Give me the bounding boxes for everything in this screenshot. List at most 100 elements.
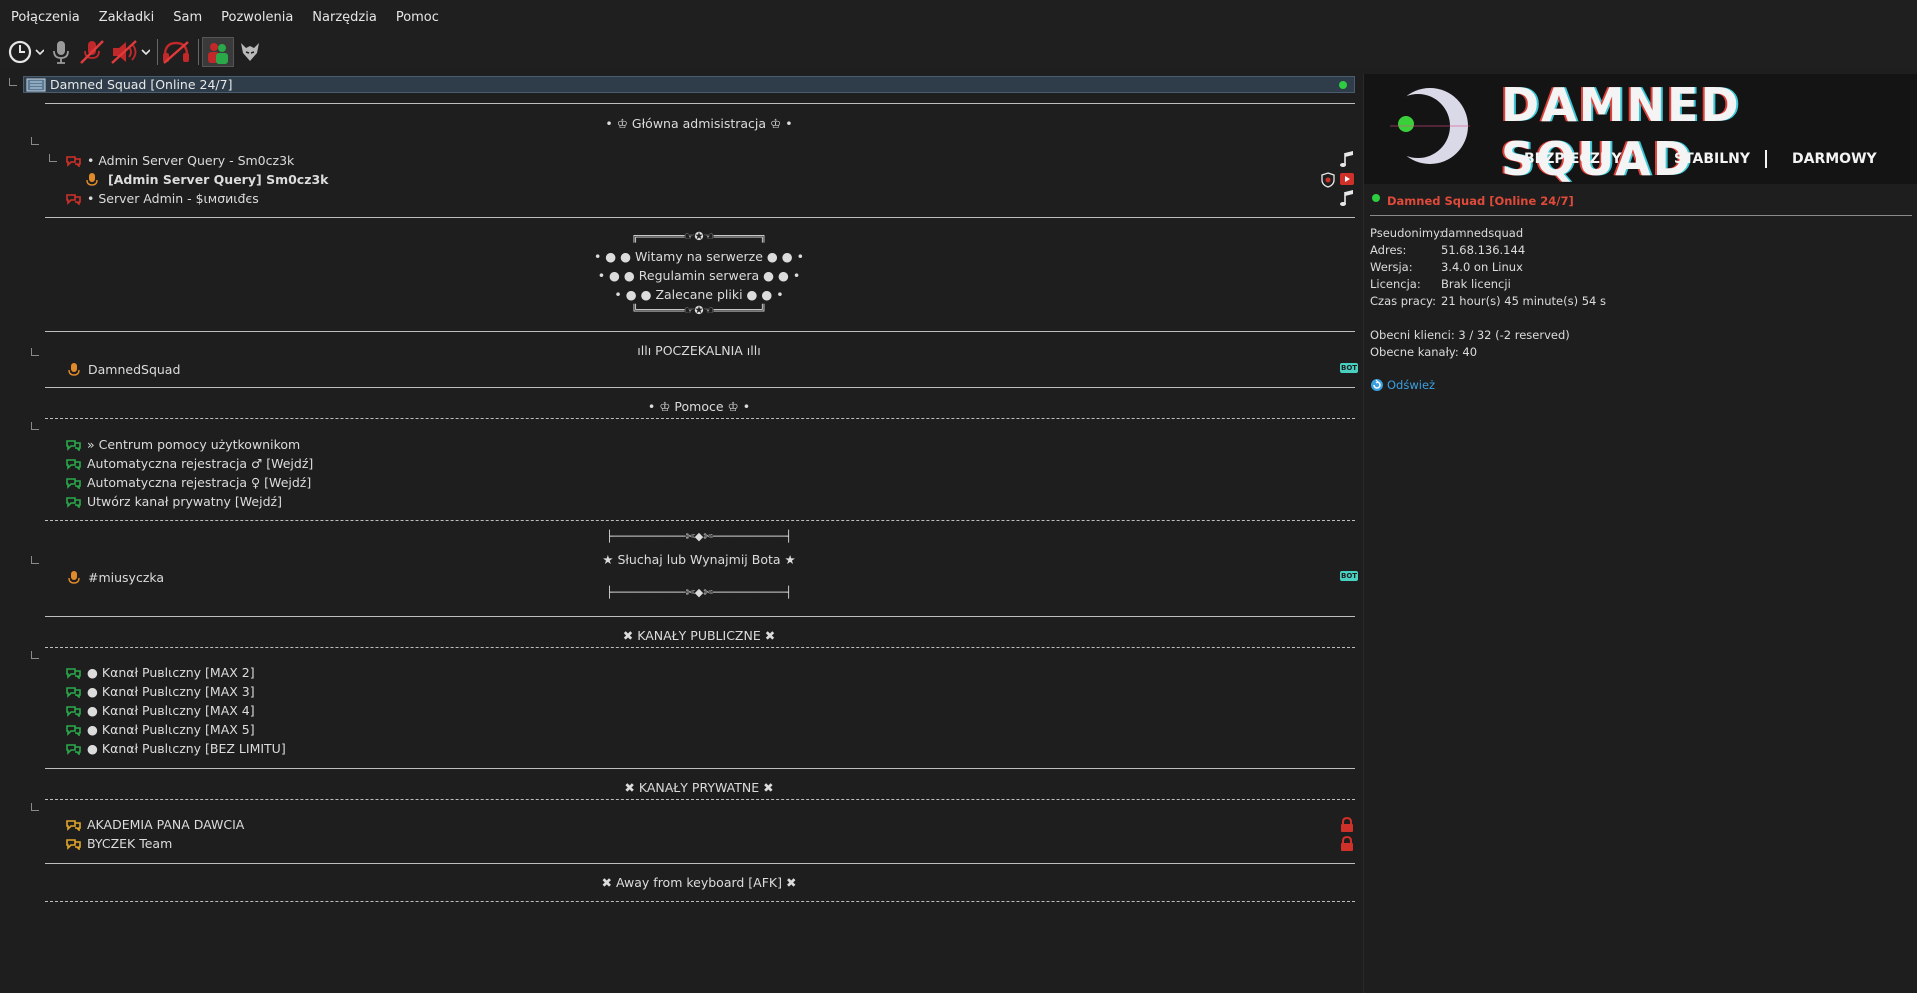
client-miusyczka[interactable]: #miusyczka bbox=[68, 568, 164, 587]
refresh-label: Odśwież bbox=[1387, 378, 1436, 392]
theme-button[interactable] bbox=[238, 37, 262, 67]
spacer-public[interactable]: ✖ KANAŁY PUBLICZNE ✖ bbox=[0, 628, 1358, 643]
mute-speakers-button[interactable] bbox=[110, 37, 150, 67]
server-icon bbox=[26, 78, 46, 91]
channel-name: ● Kαnαł Puвlιcznу [MAX 2] bbox=[87, 665, 255, 680]
channel-icon bbox=[66, 155, 81, 167]
refresh-link[interactable]: Odśwież bbox=[1370, 378, 1435, 392]
channel-register-female[interactable]: Automatyczna rejestracja ♀ [Wejdź] bbox=[66, 473, 311, 492]
menu-self[interactable]: Sam bbox=[162, 10, 210, 25]
spacer-welcome-bottom[interactable]: ╚═══════☞✪☜═══════╝ bbox=[0, 304, 1358, 317]
divider bbox=[45, 616, 1355, 617]
channel-byczek[interactable]: BYCZEK Team bbox=[66, 834, 172, 853]
shield-icon bbox=[1321, 172, 1335, 188]
menu-tools[interactable]: Narzędzia bbox=[301, 10, 385, 25]
tree-expander[interactable] bbox=[49, 154, 57, 162]
microphone-icon bbox=[86, 172, 98, 186]
tree-expander[interactable] bbox=[31, 556, 39, 564]
info-server-name: Damned Squad [Online 24/7] bbox=[1387, 194, 1574, 208]
spacer-waiting[interactable]: ıllı POCZEKALNIA ıllı bbox=[0, 343, 1358, 358]
spacer-rules[interactable]: • ● ● Regulamin serwera ● ● • bbox=[0, 268, 1358, 283]
refresh-icon bbox=[1371, 379, 1383, 391]
spacer-welcome[interactable]: • ● ● Witamy na serwerze ● ● • bbox=[0, 249, 1358, 264]
banner-tag-free: DARMOWY bbox=[1792, 151, 1877, 167]
menu-connections[interactable]: Połączenia bbox=[0, 10, 88, 25]
channel-public-4[interactable]: ● Kαnαł Puвlιcznу [MAX 4] bbox=[66, 701, 255, 720]
spacer-private[interactable]: ✖ KANAŁY PRYWATNE ✖ bbox=[0, 780, 1358, 795]
channel-name: ● Kαnαł Puвlιcznу [MAX 5] bbox=[87, 722, 255, 737]
divider bbox=[45, 217, 1355, 218]
info-divider bbox=[1370, 215, 1912, 216]
spacer-welcome-top[interactable]: ╔═══════☞✪☜═══════╗ bbox=[0, 230, 1358, 243]
info-value: 21 hour(s) 45 minute(s) 54 s bbox=[1441, 294, 1606, 308]
channel-name: ● Kαnαł Puвlιcznу [BEZ LIMITU] bbox=[87, 741, 286, 756]
tree-expander[interactable] bbox=[31, 651, 39, 659]
channel-name: Automatyczna rejestracja ♂ [Wejdź] bbox=[87, 456, 314, 471]
away-status-button[interactable] bbox=[8, 37, 44, 67]
mic-muted-icon bbox=[80, 40, 104, 64]
tree-expander[interactable] bbox=[31, 803, 39, 811]
spacer-bot[interactable]: ★ Słuchaj lub Wynajmij Bota ★ bbox=[0, 552, 1358, 567]
channel-icon bbox=[66, 705, 81, 717]
info-uptime-row: Czas pracy: 21 hour(s) 45 minute(s) 54 s bbox=[1370, 294, 1606, 308]
info-value: Brak licencji bbox=[1441, 277, 1511, 291]
info-value: 51.68.136.144 bbox=[1441, 243, 1526, 257]
server-banner: DAMNED SQUAD BEZPIECZNY STABILNY DARMOWY bbox=[1364, 74, 1917, 184]
tree-expander[interactable] bbox=[31, 422, 39, 430]
banner-title: DAMNED SQUAD bbox=[1501, 78, 1741, 184]
tree-expander[interactable] bbox=[31, 348, 39, 356]
info-address-row: Adres: 51.68.136.144 bbox=[1370, 243, 1525, 257]
capture-mic-button[interactable] bbox=[48, 37, 74, 67]
channel-icon bbox=[66, 458, 81, 470]
microphone-icon bbox=[68, 362, 80, 376]
channel-public-2[interactable]: ● Kαnαł Puвlιcznу [MAX 2] bbox=[66, 663, 255, 682]
menu-help[interactable]: Pomoc bbox=[385, 10, 447, 25]
info-value: 3.4.0 on Linux bbox=[1441, 260, 1523, 274]
moon-logo-icon bbox=[1386, 88, 1470, 164]
client-admin-query[interactable]: [Admin Server Query] Sm0cz3k bbox=[86, 170, 328, 189]
channel-icon bbox=[66, 193, 81, 205]
away-button[interactable] bbox=[161, 37, 191, 67]
channel-icon bbox=[66, 439, 81, 451]
spacer-files[interactable]: • ● ● Zalecane pliki ● ● • bbox=[0, 287, 1358, 302]
banner-separator bbox=[1636, 150, 1638, 168]
speakers-muted-icon bbox=[111, 40, 150, 64]
channel-name: Automatyczna rejestracja ♀ [Wejdź] bbox=[87, 475, 312, 490]
spacer-bot-top[interactable]: ├───────────✄◆✄───────────┤ bbox=[0, 530, 1358, 543]
divider bbox=[45, 768, 1355, 769]
channel-create-private[interactable]: Utwórz kanał prywatny [Wejdź] bbox=[66, 492, 282, 511]
contacts-button[interactable] bbox=[202, 37, 234, 67]
online-status-icon bbox=[1339, 80, 1347, 89]
channel-help-center[interactable]: » Centrum pomocy użytkownikom bbox=[66, 435, 300, 454]
client-damnedsquad[interactable]: DamnedSquad bbox=[68, 360, 180, 379]
channel-name: AKADEMIA PANA DAWCIA bbox=[87, 817, 245, 832]
channel-admin-query[interactable]: • Admin Server Query - Sm0cz3k bbox=[66, 151, 294, 170]
divider-dashed bbox=[45, 647, 1355, 648]
channel-public-3[interactable]: ● Kαnαł Puвlιcznу [MAX 3] bbox=[66, 682, 255, 701]
menu-bar: Połączenia Zakładki Sam Pozwolenia Narzę… bbox=[0, 0, 1917, 34]
menu-permissions[interactable]: Pozwolenia bbox=[210, 10, 301, 25]
spacer-help[interactable]: • ♔ Pomoce ♔ • bbox=[0, 399, 1358, 414]
channel-public-5[interactable]: ● Kαnαł Puвlιcznу [MAX 5] bbox=[66, 720, 255, 739]
server-name: Damned Squad [Online 24/7] bbox=[50, 77, 233, 92]
channel-public-unlimited[interactable]: ● Kαnαł Puвlιcznу [BEZ LIMITU] bbox=[66, 739, 286, 758]
spacer-bot-bottom[interactable]: ├───────────✄◆✄───────────┤ bbox=[0, 586, 1358, 599]
tree-expander[interactable] bbox=[31, 137, 39, 145]
tree-expander[interactable] bbox=[9, 78, 17, 86]
info-label: Adres: bbox=[1370, 243, 1407, 257]
channel-register-male[interactable]: Automatyczna rejestracja ♂ [Wejdź] bbox=[66, 454, 313, 473]
info-label: Czas pracy: bbox=[1370, 294, 1437, 308]
divider bbox=[45, 387, 1355, 388]
channel-akademia[interactable]: AKADEMIA PANA DAWCIA bbox=[66, 815, 244, 834]
menu-bookmarks[interactable]: Zakładki bbox=[88, 10, 162, 25]
channel-name: ● Kαnαł Puвlιcznу [MAX 3] bbox=[87, 684, 255, 699]
spacer-admin[interactable]: • ♔ Główna admisistracja ♔ • bbox=[0, 116, 1358, 131]
channel-name: BYCZEK Team bbox=[87, 836, 173, 851]
channel-server-admin[interactable]: • Server Admin - $ιмσиιđєѕ bbox=[66, 189, 259, 208]
channel-name: » Centrum pomocy użytkownikom bbox=[87, 437, 301, 452]
info-value: damnedsquad bbox=[1441, 226, 1524, 240]
spacer-afk[interactable]: ✖ Away from keyboard [AFK] ✖ bbox=[0, 875, 1358, 890]
client-name: #miusyczka bbox=[88, 570, 165, 585]
server-row[interactable]: Damned Squad [Online 24/7] bbox=[23, 76, 1355, 93]
mute-mic-button[interactable] bbox=[78, 37, 106, 67]
